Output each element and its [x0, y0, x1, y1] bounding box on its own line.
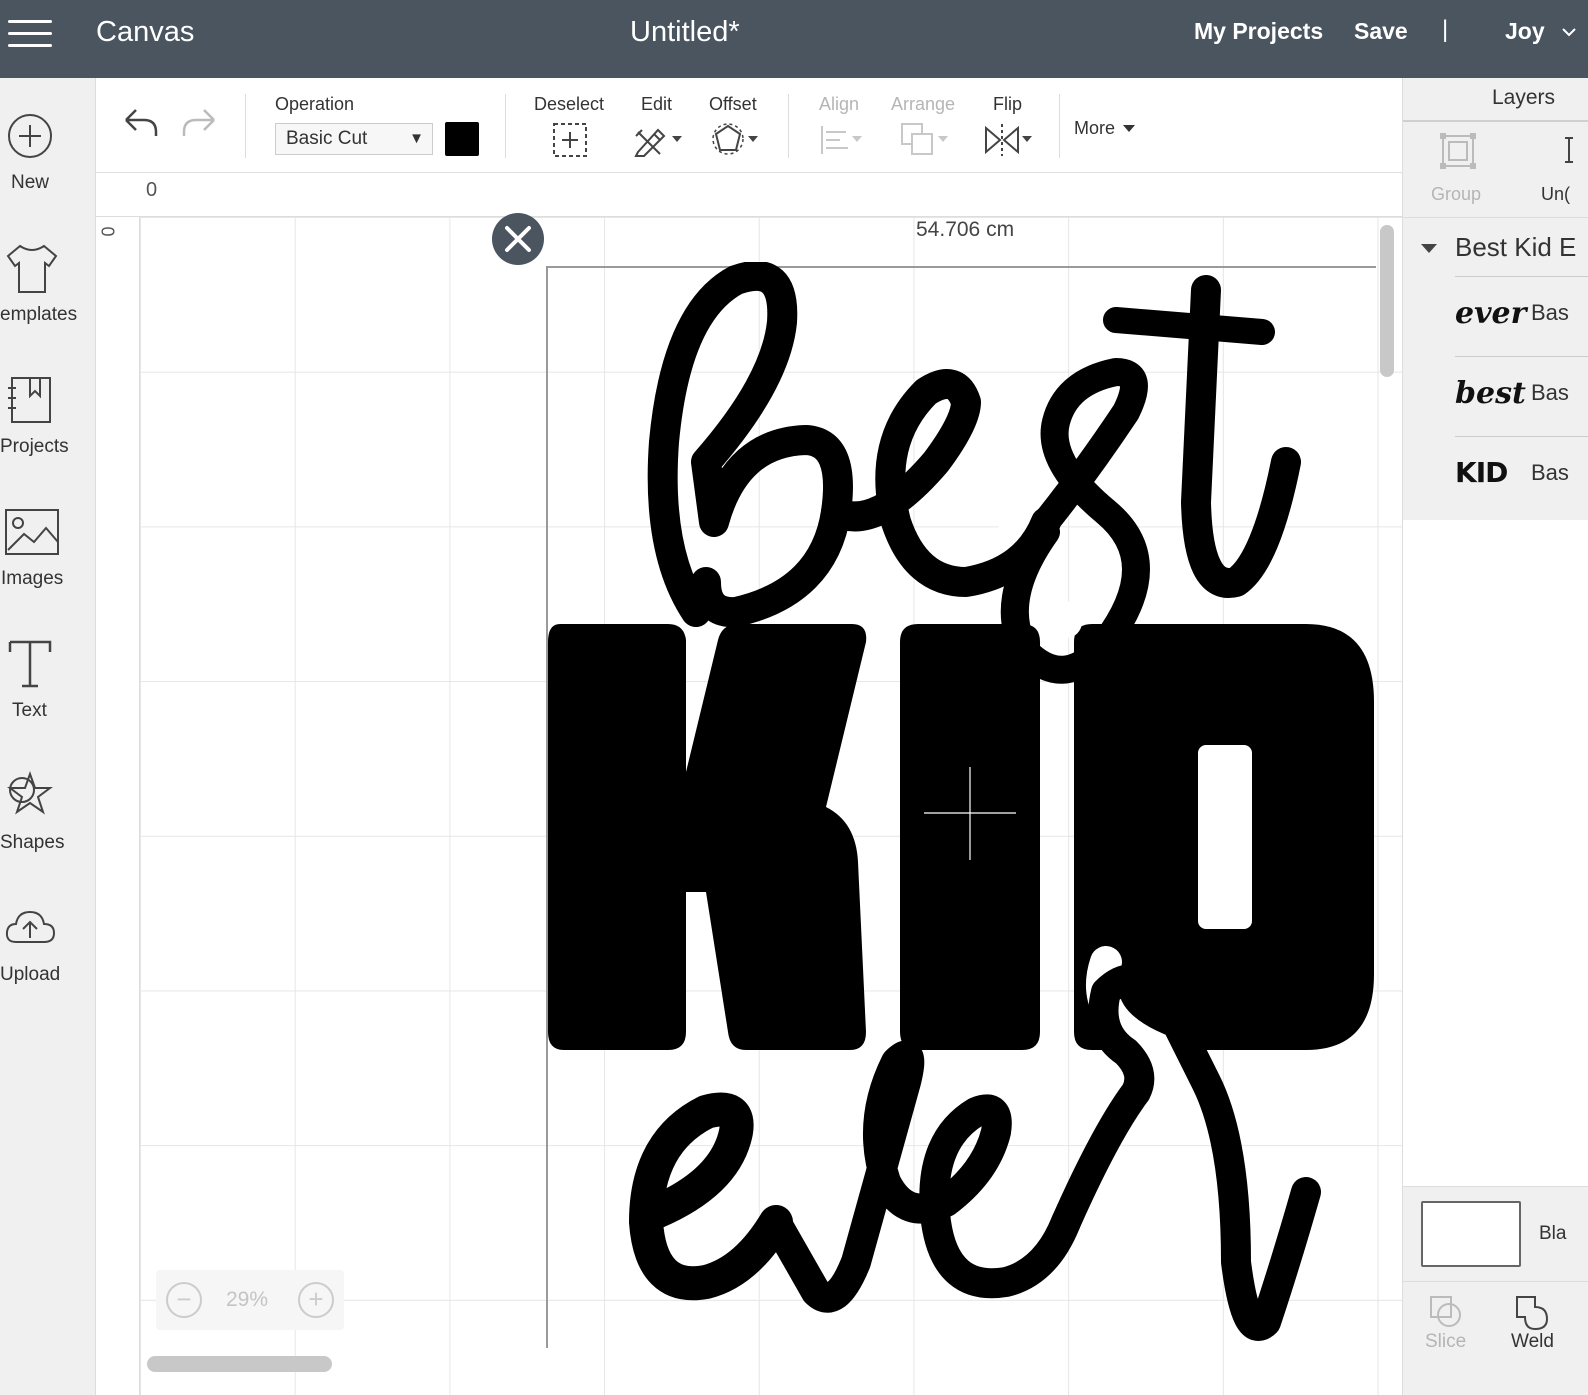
ungroup-icon[interactable]	[1561, 132, 1581, 172]
top-bar: Canvas Untitled* My Projects Save | Joy	[0, 0, 1588, 78]
arrange-icon[interactable]	[900, 122, 954, 158]
layer-thumb-ever: ever	[1455, 296, 1527, 331]
close-selection-button[interactable]	[492, 213, 544, 265]
sidebar-label-upload: Upload	[0, 964, 61, 985]
ruler-zero-left: 0	[98, 226, 119, 237]
operation-select[interactable]: Basic Cut ▼	[275, 123, 433, 155]
sidebar-label-shapes: Shapes	[0, 832, 65, 853]
sidebar-item-text[interactable]: Text	[0, 638, 96, 748]
align-label: Align	[819, 94, 860, 114]
sidebar-item-images[interactable]: Images	[0, 506, 96, 616]
edit-toolbar: Operation Basic Cut ▼ Deselect Edit Offs…	[96, 78, 1402, 173]
hamburger-menu-icon[interactable]	[8, 20, 52, 50]
weld-icon[interactable]	[1513, 1293, 1553, 1333]
flip-label: Flip	[993, 94, 1023, 114]
shapes-icon	[7, 771, 53, 815]
layers-actions: Group Un(	[1403, 122, 1588, 218]
slice-icon[interactable]	[1427, 1293, 1467, 1333]
best-layer[interactable]	[647, 262, 1301, 684]
save-button[interactable]: Save	[1354, 18, 1408, 45]
kid-d-counter	[1198, 745, 1252, 929]
zoom-control: − 29% +	[156, 1270, 344, 1330]
undo-icon[interactable]	[120, 106, 160, 142]
align-icon[interactable]	[818, 122, 868, 158]
layer-group-name[interactable]: Best Kid E	[1455, 232, 1576, 263]
horizontal-scrollbar[interactable]	[147, 1356, 332, 1372]
best-kid-ever-artwork[interactable]	[546, 262, 1376, 1352]
blank-canvas-swatch[interactable]	[1421, 1201, 1521, 1267]
sidebar-item-new[interactable]: New	[0, 112, 96, 222]
ungroup-button[interactable]: Un(	[1541, 184, 1570, 205]
layers-panel: Layers Group Un( Best Kid E ever Bas bes…	[1402, 78, 1588, 1395]
operation-color-swatch[interactable]	[445, 122, 479, 156]
edit-label: Edit	[641, 94, 673, 114]
horizontal-ruler: 0	[96, 173, 1402, 217]
close-icon	[505, 226, 531, 252]
my-projects-link[interactable]: My Projects	[1194, 18, 1323, 45]
app-title: Canvas	[96, 16, 195, 48]
redo-icon[interactable]	[180, 106, 220, 142]
operation-value: Basic Cut	[286, 128, 368, 149]
sidebar-label-text: Text	[12, 700, 47, 721]
sidebar-item-shapes[interactable]: Shapes	[0, 770, 96, 880]
document-title[interactable]: Untitled*	[630, 16, 740, 49]
sidebar-label-new: New	[11, 172, 50, 193]
sidebar-item-upload[interactable]: Upload	[0, 902, 96, 1012]
layer-row-best[interactable]: best Bas	[1403, 358, 1588, 436]
ruler-zero-top: 0	[146, 179, 158, 201]
edit-icon[interactable]	[632, 122, 686, 158]
user-menu[interactable]: Joy	[1505, 18, 1545, 45]
deselect-label: Deselect	[534, 94, 605, 114]
layer-row-ever[interactable]: ever Bas	[1403, 278, 1588, 356]
sidebar-item-templates[interactable]: emplates	[0, 242, 96, 352]
zoom-out-button[interactable]: −	[166, 1282, 202, 1318]
collapse-caret-icon[interactable]	[1421, 244, 1437, 253]
layer-name: Bas	[1531, 460, 1569, 485]
tshirt-icon	[6, 244, 58, 293]
layers-title: Layers	[1492, 86, 1556, 109]
layers-panel-footer: Bla Slice Weld	[1403, 1186, 1588, 1395]
arrange-label: Arrange	[891, 94, 956, 114]
text-icon	[8, 640, 52, 688]
projects-icon	[8, 377, 51, 423]
layer-thumb-kid: KID	[1455, 456, 1508, 489]
left-sidebar: New emplates Projects Images Text Shapes…	[0, 78, 96, 1395]
blank-canvas-label: Bla	[1539, 1223, 1567, 1244]
layer-name: Bas	[1531, 300, 1569, 325]
zoom-in-button[interactable]: +	[298, 1282, 334, 1318]
more-menu[interactable]: More	[1074, 118, 1115, 139]
slice-button[interactable]: Slice	[1425, 1331, 1466, 1353]
more-caret-icon[interactable]	[1122, 122, 1138, 136]
zoom-level: 29%	[226, 1288, 269, 1311]
layer-thumb-best: best	[1455, 376, 1526, 411]
cloud-upload-icon	[5, 910, 56, 943]
group-button[interactable]: Group	[1431, 184, 1481, 205]
layer-name: Bas	[1531, 380, 1569, 405]
flip-icon[interactable]	[982, 122, 1038, 158]
sidebar-label-templates: emplates	[0, 304, 78, 325]
image-icon	[5, 509, 59, 555]
operation-label: Operation	[275, 94, 355, 114]
width-dimension-label: 54.706 cm	[916, 218, 1015, 241]
vertical-ruler: 0	[96, 217, 140, 1395]
layers-list: Best Kid E ever Bas best Bas KID Bas	[1403, 218, 1588, 520]
plus-circle-icon	[8, 114, 52, 158]
vertical-scrollbar[interactable]	[1380, 225, 1394, 377]
sidebar-label-images: Images	[1, 568, 64, 589]
layers-panel-header: Layers	[1403, 78, 1588, 122]
chevron-down-icon[interactable]	[1562, 28, 1576, 38]
sidebar-label-projects: Projects	[0, 436, 69, 457]
layer-row-kid[interactable]: KID Bas	[1403, 438, 1588, 516]
sidebar-item-projects[interactable]: Projects	[0, 374, 96, 484]
dropdown-caret-icon: ▼	[409, 130, 424, 147]
deselect-icon[interactable]	[552, 122, 590, 158]
offset-label: Offset	[709, 94, 757, 114]
group-icon[interactable]	[1439, 132, 1479, 172]
weld-button[interactable]: Weld	[1511, 1331, 1554, 1353]
offset-icon[interactable]	[710, 122, 764, 158]
header-separator: |	[1442, 16, 1449, 43]
